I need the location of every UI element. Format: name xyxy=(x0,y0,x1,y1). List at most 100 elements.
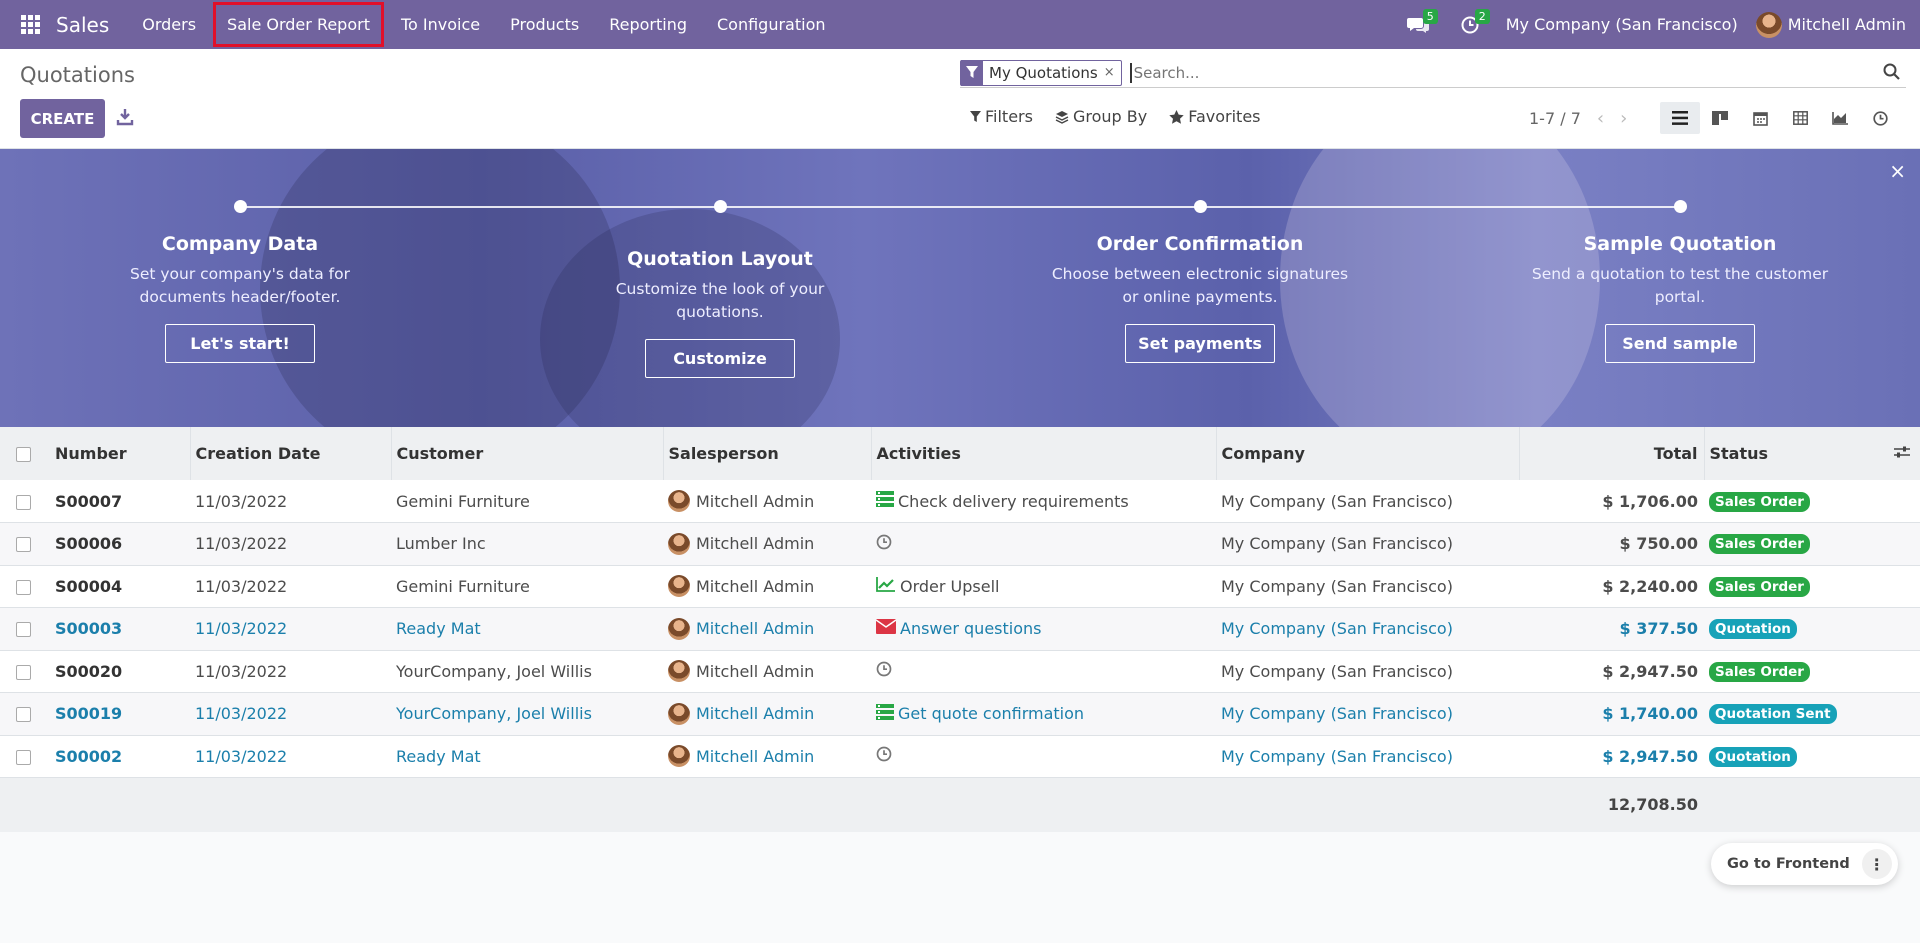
list-view-button[interactable] xyxy=(1660,102,1700,134)
column-activities[interactable]: Activities xyxy=(871,427,1217,480)
customize-button[interactable]: Customize xyxy=(645,339,795,378)
go-to-frontend-button[interactable]: Go to Frontend xyxy=(1711,856,1862,872)
clock-icon[interactable] xyxy=(876,661,896,681)
cell-total[interactable]: $ 2,947.50 xyxy=(1519,650,1704,693)
cell-creation-date[interactable]: 11/03/2022 xyxy=(190,693,391,736)
cell-total[interactable]: $ 1,740.00 xyxy=(1519,693,1704,736)
cell-salesperson[interactable]: Mitchell Admin xyxy=(663,608,871,651)
user-menu[interactable]: Mitchell Admin xyxy=(1755,11,1920,38)
table-row[interactable]: S00007 11/03/2022 Gemini Furniture Mitch… xyxy=(0,480,1920,523)
cell-creation-date[interactable]: 11/03/2022 xyxy=(190,565,391,608)
row-checkbox[interactable] xyxy=(16,622,31,638)
cell-customer[interactable]: Ready Mat xyxy=(391,735,663,778)
cell-customer[interactable]: Gemini Furniture xyxy=(391,565,663,608)
cell-total[interactable]: $ 2,240.00 xyxy=(1519,565,1704,608)
cell-activities[interactable] xyxy=(871,650,1216,693)
cell-creation-date[interactable]: 11/03/2022 xyxy=(190,480,391,523)
pager-previous-icon[interactable]: ‹ xyxy=(1597,108,1604,129)
cell-activities[interactable] xyxy=(871,735,1216,778)
cell-company[interactable]: My Company (San Francisco) xyxy=(1216,650,1519,693)
menu-orders[interactable]: Orders xyxy=(127,0,211,49)
cell-company[interactable]: My Company (San Francisco) xyxy=(1216,565,1519,608)
download-icon[interactable] xyxy=(116,107,134,127)
cell-number[interactable]: S00019 xyxy=(50,693,190,736)
cell-company[interactable]: My Company (San Francisco) xyxy=(1216,480,1519,523)
cell-number[interactable]: S00004 xyxy=(50,565,190,608)
graph-view-button[interactable] xyxy=(1820,102,1860,134)
send-sample-button[interactable]: Send sample xyxy=(1605,324,1755,363)
create-button[interactable]: CREATE xyxy=(20,99,105,138)
row-checkbox[interactable] xyxy=(16,664,31,680)
column-customer[interactable]: Customer xyxy=(391,427,664,480)
cell-status[interactable]: Sales Order xyxy=(1704,650,1884,693)
cell-customer[interactable]: YourCompany, Joel Willis xyxy=(391,693,663,736)
cell-status[interactable]: Sales Order xyxy=(1704,523,1884,566)
row-checkbox[interactable] xyxy=(16,494,31,510)
cell-total[interactable]: $ 1,706.00 xyxy=(1519,480,1704,523)
cell-customer[interactable]: Lumber Inc xyxy=(391,523,663,566)
row-checkbox[interactable] xyxy=(16,579,31,595)
cell-creation-date[interactable]: 11/03/2022 xyxy=(190,735,391,778)
cell-customer[interactable]: Ready Mat xyxy=(391,608,663,651)
cell-number[interactable]: S00020 xyxy=(50,650,190,693)
cell-status[interactable]: Quotation xyxy=(1704,608,1884,651)
filters-dropdown[interactable]: Filters xyxy=(970,107,1033,126)
clock-icon[interactable] xyxy=(876,746,896,766)
cell-total[interactable]: $ 377.50 xyxy=(1519,608,1704,651)
cell-company[interactable]: My Company (San Francisco) xyxy=(1216,608,1519,651)
company-switcher[interactable]: My Company (San Francisco) xyxy=(1496,15,1756,34)
table-row[interactable]: S00019 11/03/2022 YourCompany, Joel Will… xyxy=(0,692,1920,736)
pager-next-icon[interactable]: › xyxy=(1620,108,1627,129)
menu-sale-order-report[interactable]: Sale Order Report xyxy=(211,0,386,49)
cell-number[interactable]: S00007 xyxy=(50,480,190,523)
table-row[interactable]: S00020 11/03/2022 YourCompany, Joel Will… xyxy=(0,650,1920,693)
search-input[interactable] xyxy=(1129,62,1830,83)
pivot-view-button[interactable] xyxy=(1780,102,1820,134)
cell-number[interactable]: S00006 xyxy=(50,523,190,566)
cell-salesperson[interactable]: Mitchell Admin xyxy=(663,650,871,693)
cell-activities[interactable]: Answer questions xyxy=(871,608,1216,651)
cell-salesperson[interactable]: Mitchell Admin xyxy=(663,693,871,736)
row-checkbox[interactable] xyxy=(16,749,31,765)
app-name[interactable]: Sales xyxy=(56,13,109,37)
cell-activities[interactable]: Check delivery requirements xyxy=(871,480,1216,523)
cell-creation-date[interactable]: 11/03/2022 xyxy=(190,650,391,693)
cell-number[interactable]: S00003 xyxy=(50,608,190,651)
cell-salesperson[interactable]: Mitchell Admin xyxy=(663,735,871,778)
cell-company[interactable]: My Company (San Francisco) xyxy=(1216,735,1519,778)
cell-company[interactable]: My Company (San Francisco) xyxy=(1216,523,1519,566)
column-status[interactable]: Status xyxy=(1704,427,1884,480)
cell-total[interactable]: $ 750.00 xyxy=(1519,523,1704,566)
cell-creation-date[interactable]: 11/03/2022 xyxy=(190,608,391,651)
activity-view-button[interactable] xyxy=(1860,102,1900,134)
column-salesperson[interactable]: Salesperson xyxy=(663,427,872,480)
banner-close-icon[interactable]: × xyxy=(1889,159,1906,183)
favorites-dropdown[interactable]: Favorites xyxy=(1169,107,1261,126)
row-checkbox[interactable] xyxy=(16,707,31,723)
groupby-dropdown[interactable]: Group By xyxy=(1055,107,1147,126)
cell-company[interactable]: My Company (San Francisco) xyxy=(1216,693,1519,736)
select-all-checkbox[interactable] xyxy=(16,447,31,462)
cell-activities[interactable] xyxy=(871,523,1216,566)
cell-creation-date[interactable]: 11/03/2022 xyxy=(190,523,391,566)
cell-customer[interactable]: Gemini Furniture xyxy=(391,480,663,523)
table-row[interactable]: S00002 11/03/2022 Ready Mat Mitchell Adm… xyxy=(0,735,1920,778)
cell-status[interactable]: Sales Order xyxy=(1704,480,1884,523)
search-icon[interactable] xyxy=(1883,63,1900,80)
cell-activities[interactable]: Order Upsell xyxy=(871,565,1216,608)
cell-customer[interactable]: YourCompany, Joel Willis xyxy=(391,650,663,693)
row-checkbox[interactable] xyxy=(16,537,31,553)
calendar-view-button[interactable] xyxy=(1740,102,1780,134)
clock-icon[interactable] xyxy=(876,534,896,554)
set-payments-button[interactable]: Set payments xyxy=(1125,324,1275,363)
activities-button[interactable]: 2 xyxy=(1444,0,1496,49)
column-company[interactable]: Company xyxy=(1216,427,1520,480)
lets-start-button[interactable]: Let's start! xyxy=(165,324,315,363)
menu-products[interactable]: Products xyxy=(495,0,594,49)
cell-status[interactable]: Quotation xyxy=(1704,735,1884,778)
chart-line-icon[interactable] xyxy=(876,576,900,596)
column-creation-date[interactable]: Creation Date xyxy=(190,427,392,480)
cell-activities[interactable]: Get quote confirmation xyxy=(871,693,1216,736)
column-total[interactable]: Total xyxy=(1519,427,1705,480)
column-number[interactable]: Number xyxy=(50,427,191,480)
